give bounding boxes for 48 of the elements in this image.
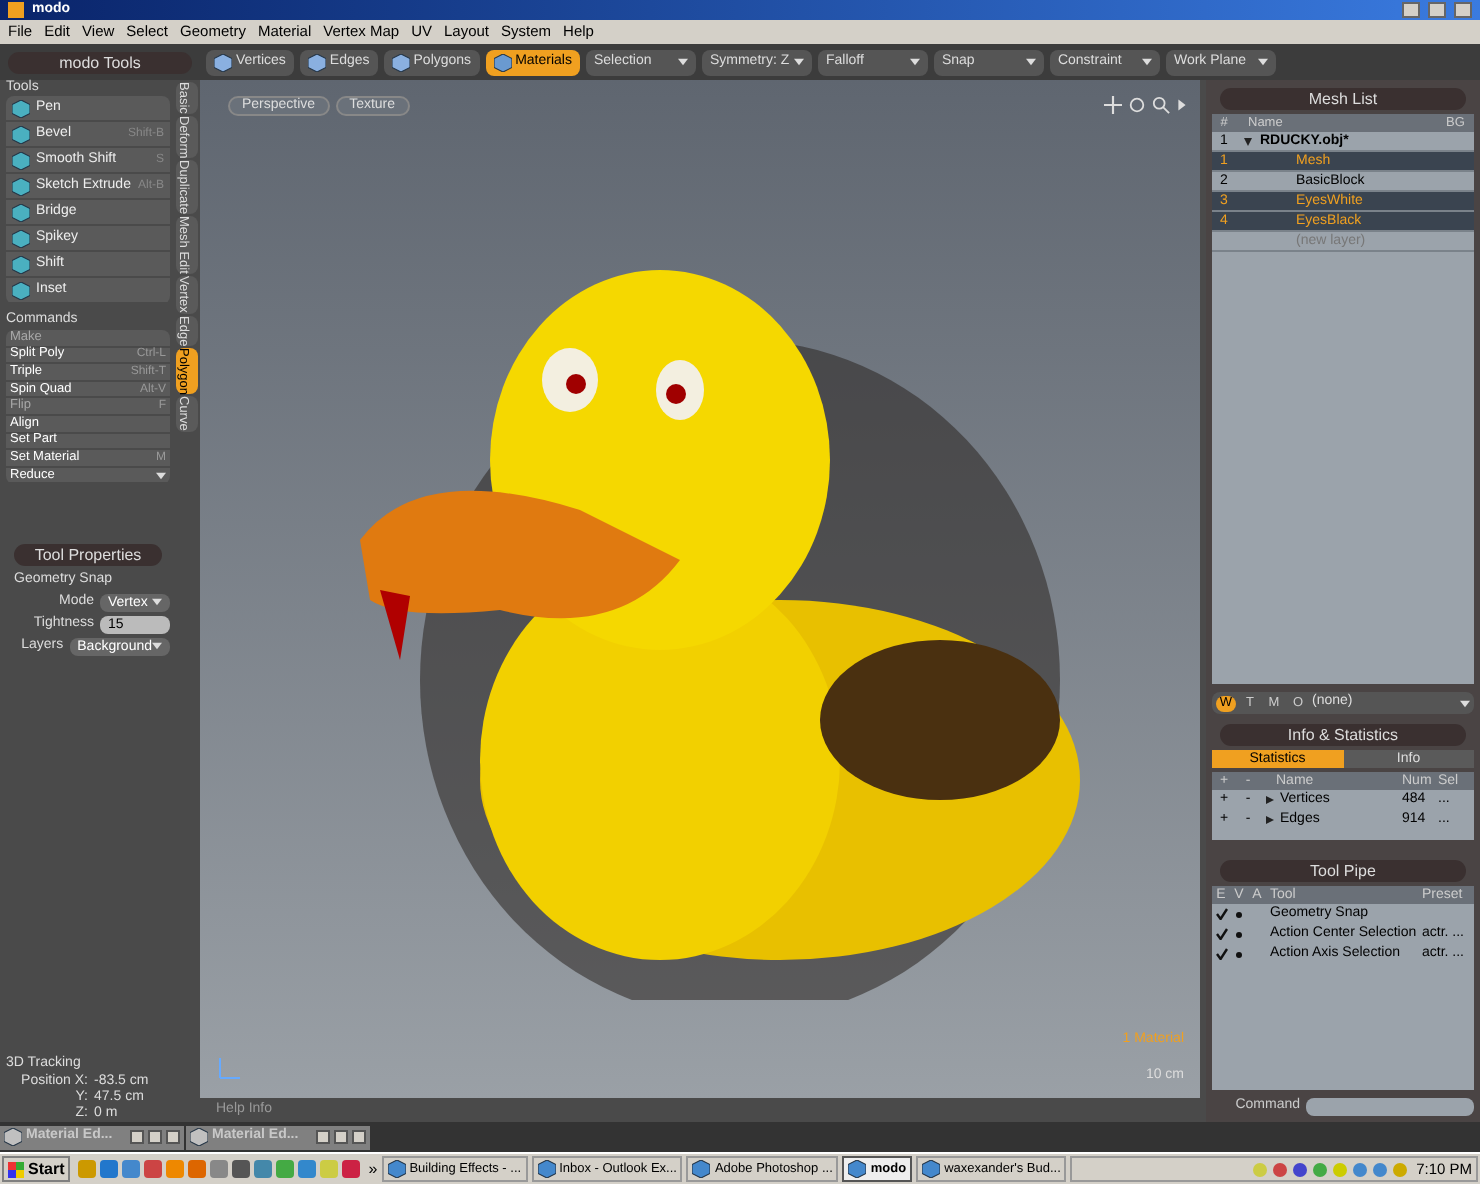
start-button[interactable]: Start (2, 1156, 71, 1182)
axis-icon (216, 1054, 244, 1082)
caret-icon (152, 598, 162, 607)
cube-icon (387, 1160, 406, 1178)
panel-header: Tool Pipe (1220, 860, 1466, 882)
checkmark-icon[interactable] (1215, 908, 1227, 920)
caret-icon (156, 471, 166, 480)
panel-header: Info & Statistics (1220, 724, 1466, 746)
move-icon[interactable] (1104, 96, 1122, 114)
close-button[interactable] (1454, 2, 1472, 18)
visible-dot-icon[interactable] (1236, 931, 1242, 937)
visible-dot-icon[interactable] (1236, 951, 1242, 957)
windows-logo-icon (8, 1161, 24, 1177)
panel-header: Mesh List (1220, 88, 1466, 110)
cube-icon (190, 1128, 208, 1146)
expand-icon[interactable] (1266, 796, 1274, 804)
caret-icon (677, 58, 688, 66)
app-logo-icon (8, 2, 24, 18)
caret-icon (1141, 58, 1152, 66)
cube-icon (493, 53, 512, 71)
expand-icon[interactable] (1266, 816, 1274, 824)
caret-icon (152, 642, 162, 651)
caret-icon (1025, 58, 1036, 66)
cube-icon (848, 1160, 867, 1178)
command-field[interactable] (1306, 1097, 1474, 1115)
checkmark-icon[interactable] (1215, 928, 1227, 940)
cube-icon (307, 53, 326, 71)
rotate-icon[interactable] (1128, 96, 1146, 114)
cube-icon (4, 1128, 22, 1146)
cube-icon (922, 1160, 941, 1178)
caret-icon (909, 58, 920, 66)
caret-icon (793, 58, 804, 66)
maximize-button[interactable] (1428, 2, 1446, 18)
panel-header: Tool Properties (14, 544, 162, 567)
cube-icon (537, 1160, 556, 1178)
cube-icon (214, 53, 232, 71)
arrow-right-icon[interactable] (1176, 96, 1188, 114)
visible-dot-icon[interactable] (1236, 911, 1242, 917)
more-chevron[interactable]: » (368, 1157, 378, 1181)
search-icon[interactable] (1152, 96, 1170, 114)
panel-header: modo Tools (8, 51, 192, 73)
cube-icon (692, 1160, 711, 1178)
cube-icon (391, 53, 410, 71)
caret-icon (1460, 699, 1470, 707)
expand-icon[interactable] (1244, 137, 1252, 145)
minimize-button[interactable] (1402, 2, 1420, 18)
checkmark-icon[interactable] (1215, 948, 1227, 960)
caret-icon (1257, 58, 1268, 66)
